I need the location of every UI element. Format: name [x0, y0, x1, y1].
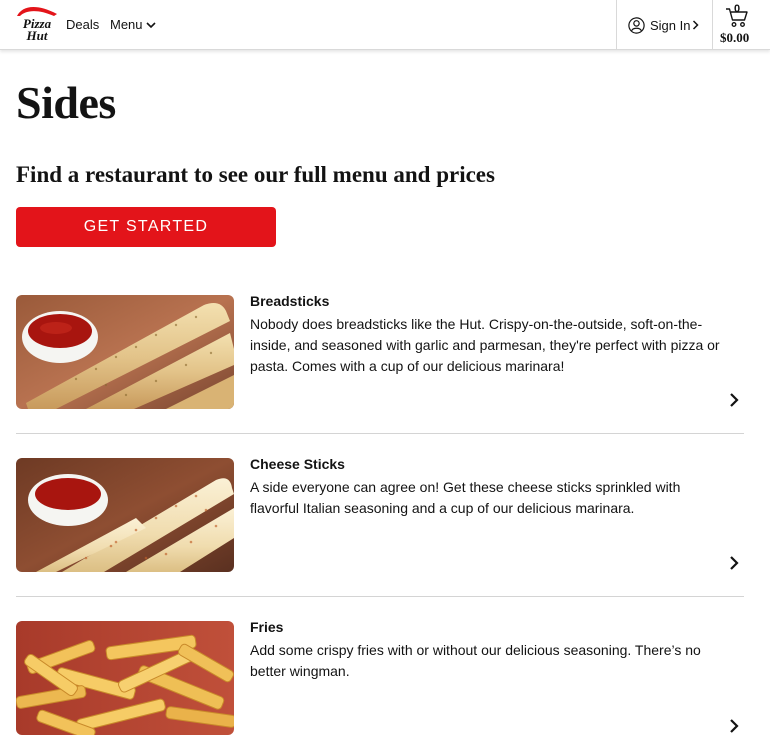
item-divider	[16, 596, 744, 597]
breadsticks-image	[16, 295, 234, 409]
find-restaurant-heading: Find a restaurant to see our full menu a…	[16, 162, 495, 187]
cart-icon	[726, 8, 748, 27]
menu-item-cheese-sticks[interactable]: Cheese Sticks A side everyone can agree …	[16, 456, 744, 597]
item-name[interactable]: Breadsticks	[250, 293, 329, 309]
page-title: Sides	[16, 77, 116, 128]
svg-text:Hut: Hut	[26, 28, 48, 42]
pizza-hut-logo-icon: Pizza Hut	[17, 7, 57, 43]
nav-menu-dropdown[interactable]: Menu	[110, 17, 156, 32]
nav-deals-link[interactable]: Deals	[66, 17, 99, 32]
get-started-button[interactable]: GET STARTED	[16, 207, 276, 247]
item-description: Nobody does breadsticks like the Hut. Cr…	[250, 316, 720, 374]
sign-in-button[interactable]: Sign In	[616, 0, 713, 50]
cheese-sticks-image	[16, 458, 234, 572]
chevron-down-icon	[145, 22, 156, 29]
sign-in-label: Sign In	[650, 17, 691, 33]
site-header: Pizza Hut Deals Menu Sign In 0 $0.00	[0, 0, 770, 50]
chevron-right-icon[interactable]	[727, 717, 741, 735]
item-description: A side everyone can agree on! Get these …	[250, 479, 681, 516]
cart-total: $0.00	[720, 30, 750, 45]
chevron-right-icon	[693, 20, 700, 30]
menu-item-fries[interactable]: Fries Add some crispy fries with or with…	[16, 619, 744, 748]
cart-button[interactable]: 0 $0.00	[714, 0, 770, 50]
item-name[interactable]: Cheese Sticks	[250, 456, 345, 472]
user-icon	[628, 16, 645, 34]
chevron-right-icon[interactable]	[727, 391, 741, 409]
item-description: Add some crispy fries with or without ou…	[250, 642, 701, 679]
nav-menu-label: Menu	[110, 17, 143, 32]
fries-image	[16, 621, 234, 735]
chevron-right-icon[interactable]	[727, 554, 741, 572]
item-divider	[16, 433, 744, 434]
menu-item-breadsticks[interactable]: Breadsticks Nobody does breadsticks like…	[16, 293, 744, 434]
pizza-hut-logo[interactable]: Pizza Hut	[14, 4, 60, 43]
item-name[interactable]: Fries	[250, 619, 283, 635]
